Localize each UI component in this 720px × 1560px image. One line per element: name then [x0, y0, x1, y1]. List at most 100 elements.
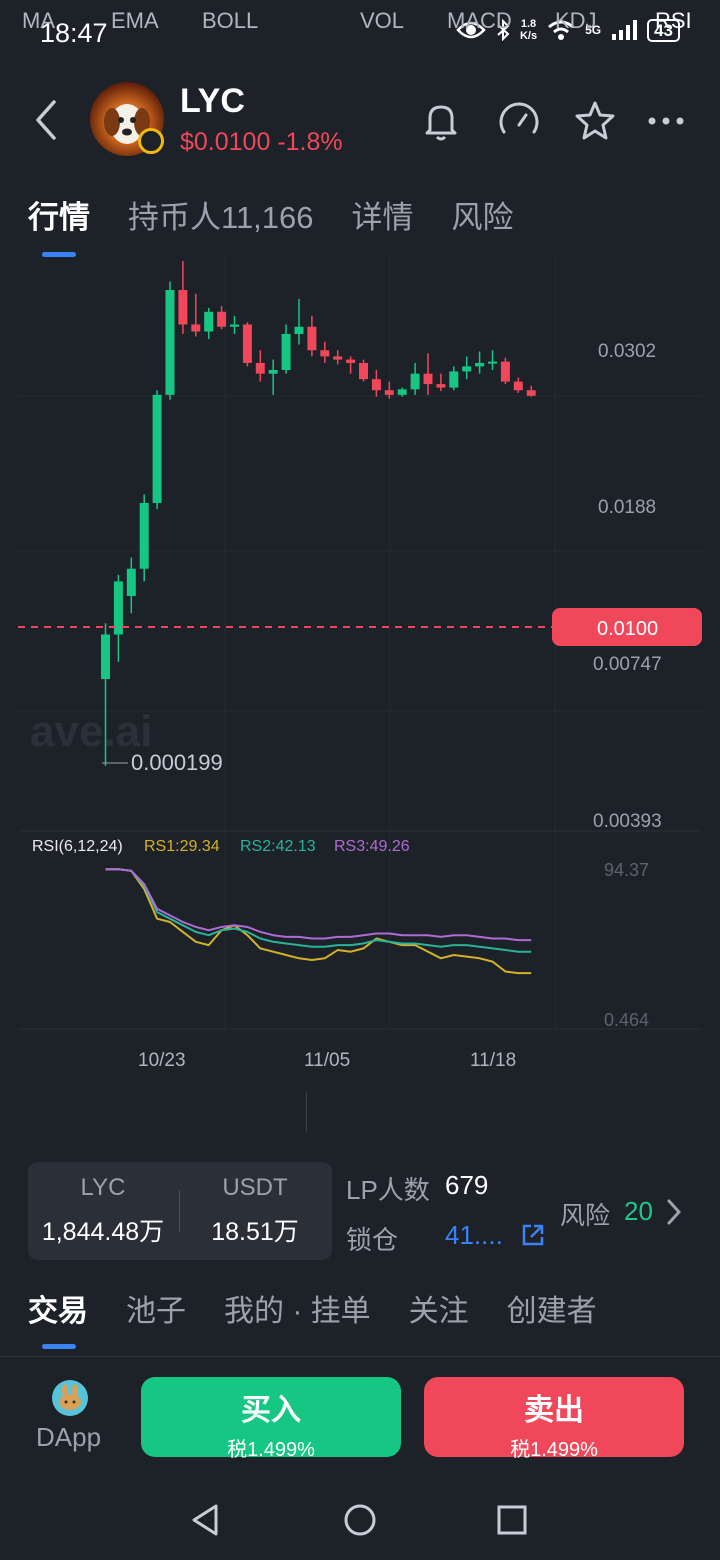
candle-body: [333, 356, 343, 360]
star-icon[interactable]: [572, 98, 618, 144]
indicator-rsi[interactable]: RSI: [655, 8, 692, 34]
candle-body: [397, 389, 407, 395]
nav-recents-icon[interactable]: [492, 1500, 532, 1540]
candle-body: [217, 311, 227, 327]
pool-token-amount: 1,844.48万: [41, 1218, 165, 1246]
candle-body: [410, 373, 420, 390]
tab-my-orders[interactable]: 我的 · 挂单: [224, 1286, 371, 1330]
rsi-line-1: [105, 868, 532, 975]
buy-button[interactable]: 买入 税1.499%: [141, 1377, 401, 1461]
candle-body: [371, 379, 381, 391]
candle-body: [423, 373, 433, 385]
candle-body: [346, 359, 356, 363]
risk-label[interactable]: 风险: [560, 1196, 610, 1232]
date-label: 10/23: [138, 1050, 186, 1071]
lock-value[interactable]: 41....: [445, 1220, 503, 1251]
watermark: ave.ai: [30, 707, 152, 756]
indicator-vol[interactable]: VOL: [360, 8, 404, 34]
sell-button[interactable]: 卖出 税1.499%: [424, 1377, 684, 1461]
candle-body: [488, 361, 497, 364]
risk-score[interactable]: 20: [624, 1196, 653, 1227]
candle-body: [139, 502, 149, 569]
gauge-icon[interactable]: [496, 98, 542, 144]
nav-home-icon[interactable]: [340, 1500, 380, 1540]
price-label: 0.00747: [593, 654, 662, 675]
lock-label: 锁仓: [346, 1225, 399, 1255]
pool-token-label: LYC: [80, 1174, 126, 1201]
candle-body: [230, 324, 239, 327]
candle-body: [513, 381, 523, 391]
candle-body: [242, 324, 252, 363]
candle-body: [384, 390, 394, 395]
detail-tabs: 行情 持币人11,166 详情 风险: [28, 192, 514, 237]
rs3-label: RS3:49.26: [334, 838, 410, 855]
price-label: 0.00393: [593, 811, 662, 832]
candle-body: [152, 394, 162, 503]
back-arrow-icon[interactable]: [30, 98, 62, 142]
indicator-ma[interactable]: MA: [22, 8, 55, 34]
rsi-top: 94.37: [604, 860, 649, 880]
net-speed: 1.8 K/s: [519, 18, 538, 42]
bell-icon[interactable]: [418, 98, 464, 144]
candle-body: [268, 369, 278, 374]
lp-count: 679: [445, 1170, 489, 1200]
signal-icon: [612, 20, 638, 40]
indicator-macd[interactable]: MACD: [447, 8, 512, 34]
pool-quote-label: USDT: [222, 1174, 288, 1201]
rs1-label: RS1:29.34: [144, 838, 220, 855]
indicator-boll[interactable]: BOLL: [202, 8, 258, 34]
price-chart[interactable]: ave.ai 0.0302 0.0188 0.00747 0.00393 0.0…: [0, 256, 720, 1084]
tab-market[interactable]: 行情: [28, 192, 90, 237]
trade-tab-indicator: [42, 1344, 76, 1349]
candle-body: [307, 326, 317, 351]
dapp-label[interactable]: DApp: [36, 1422, 101, 1453]
candle-body: [449, 371, 459, 388]
rsi-line-3: [105, 868, 532, 942]
chain-badge-icon: [138, 128, 164, 154]
tab-holders[interactable]: 持币人11,166: [128, 192, 314, 237]
rsi-lines: [105, 868, 532, 975]
trade-tabs: 交易 池子 我的 · 挂单 关注 创建者: [28, 1286, 597, 1330]
candle-body: [526, 390, 536, 396]
candle-body: [500, 361, 510, 382]
candle-body: [294, 326, 304, 334]
rsi-bottom: 0.464: [604, 1010, 649, 1030]
candle-body: [101, 634, 110, 680]
candle-body: [178, 290, 188, 325]
tab-watch[interactable]: 关注: [409, 1286, 469, 1330]
low-marker: 0.000199: [131, 750, 223, 775]
indicator-kdj[interactable]: KDJ: [555, 8, 597, 34]
price-label: 0.0302: [598, 341, 656, 362]
tab-creator[interactable]: 创建者: [507, 1286, 597, 1330]
tab-trade[interactable]: 交易: [28, 1286, 88, 1330]
tab-details[interactable]: 详情: [352, 192, 414, 237]
candle-body: [191, 324, 201, 332]
candle-body: [475, 362, 485, 367]
token-price: $0.0100 -1.8%: [180, 128, 343, 156]
tab-risk[interactable]: 风险: [452, 192, 514, 237]
candle-body: [255, 362, 265, 374]
current-price-text: 0.0100: [597, 618, 658, 640]
candle-body: [165, 290, 175, 395]
indicator-ema[interactable]: EMA: [111, 8, 159, 34]
rsi-label: RSI(6,12,24): [32, 838, 123, 855]
candle-body: [281, 333, 291, 370]
nav-back-icon[interactable]: [186, 1500, 226, 1540]
date-label: 11/18: [470, 1050, 516, 1071]
candle-body: [204, 311, 214, 332]
candle-body: [359, 362, 368, 380]
lp-count-label: LP人数: [346, 1175, 430, 1205]
candle-body: [462, 366, 472, 372]
chevron-right-icon[interactable]: [664, 1198, 684, 1226]
tab-pool[interactable]: 池子: [126, 1286, 186, 1330]
pool-quote-amount: 18.51万: [211, 1218, 299, 1246]
external-link-icon[interactable]: [520, 1222, 546, 1248]
pancake-dapp-icon[interactable]: [52, 1380, 88, 1416]
candle-body: [126, 568, 136, 597]
rs2-label: RS2:42.13: [240, 838, 316, 855]
price-label: 0.0188: [598, 497, 656, 518]
date-label: 11/05: [304, 1050, 350, 1071]
candles: [101, 261, 536, 766]
more-icon[interactable]: [644, 98, 690, 144]
indicator-separator: [306, 1092, 307, 1132]
